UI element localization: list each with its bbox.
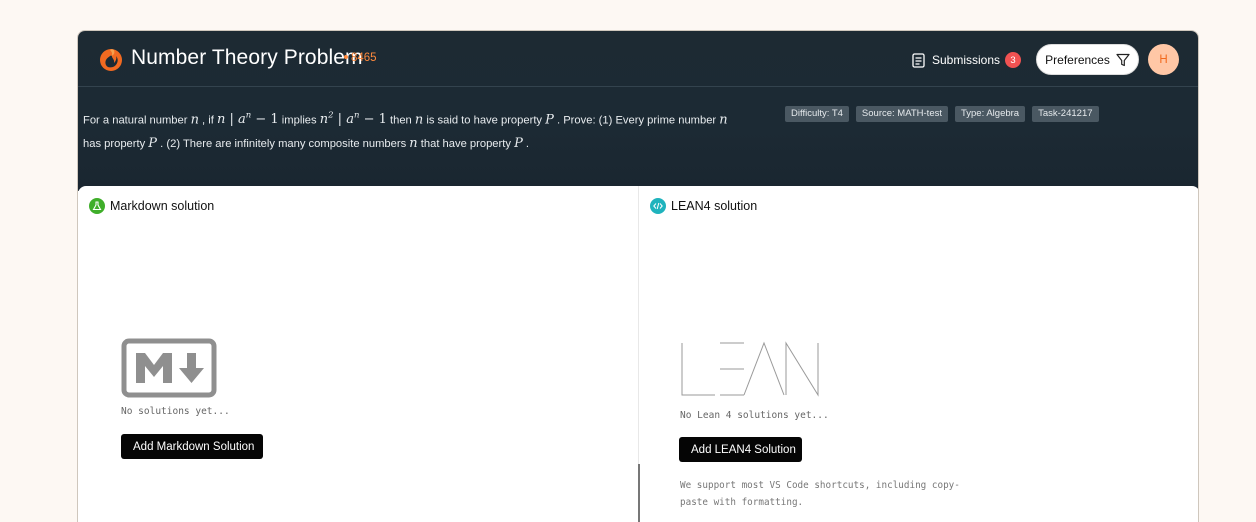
lean-panel: LEAN4 solution No Lean 4 solutions yet..… xyxy=(639,186,1198,522)
avatar[interactable]: H xyxy=(1148,44,1179,75)
submissions-button[interactable]: Submissions 3 xyxy=(912,50,1022,70)
markdown-logo-icon xyxy=(121,338,217,398)
math-var: n xyxy=(319,112,329,128)
statement-text: , if xyxy=(198,114,217,127)
math-var: a xyxy=(346,112,354,128)
add-lean4-solution-button[interactable]: Add LEAN4 Solution xyxy=(679,437,802,462)
lean-panel-title: LEAN4 solution xyxy=(671,199,758,213)
code-icon xyxy=(650,198,666,214)
statement-text: is said to have property xyxy=(423,114,546,127)
top-bar: Number Theory Problem 8465 Submissions 3… xyxy=(78,31,1198,87)
tag-type: Type: Algebra xyxy=(955,106,1026,122)
statement-text: implies xyxy=(278,114,320,127)
math-p: P xyxy=(514,136,523,152)
problem-card: Number Theory Problem 8465 Submissions 3… xyxy=(77,30,1199,522)
problem-id: 8465 xyxy=(344,52,377,64)
problem-statement: For a natural number n , if n | an − 1 i… xyxy=(83,104,773,156)
markdown-panel-header: Markdown solution xyxy=(89,198,214,214)
math-p: P xyxy=(545,112,554,128)
tag-list: Difficulty: T4 Source: MATH-test Type: A… xyxy=(785,106,1099,122)
lean-logo-icon xyxy=(681,341,819,397)
statement-text: . (2) There are infinitely many composit… xyxy=(157,138,410,151)
statement-text: For a natural number xyxy=(83,114,191,127)
statement-text: then xyxy=(386,114,415,127)
flame-logo-icon[interactable] xyxy=(98,46,124,72)
submissions-label: Submissions xyxy=(932,53,1001,67)
math-n: n xyxy=(719,112,728,128)
tag-task: Task-241217 xyxy=(1032,106,1099,122)
submissions-count-badge: 3 xyxy=(1005,52,1022,68)
resize-handle[interactable] xyxy=(638,464,640,522)
math-op: | xyxy=(333,112,347,128)
add-markdown-solution-button[interactable]: Add Markdown Solution xyxy=(121,434,263,459)
markdown-panel-title: Markdown solution xyxy=(110,199,215,213)
flask-icon xyxy=(89,198,105,214)
problem-id-value: 8465 xyxy=(351,52,377,64)
dot-icon xyxy=(344,54,348,59)
lean-panel-header: LEAN4 solution xyxy=(650,198,757,214)
statement-text: has property xyxy=(83,138,149,151)
tag-difficulty: Difficulty: T4 xyxy=(785,106,849,122)
math-implication: n2 | an − 1 xyxy=(319,111,387,128)
problem-header: Number Theory Problem 8465 Submissions 3… xyxy=(78,31,1198,191)
math-divisibility: n | an − 1 xyxy=(217,111,279,128)
lean-shortcut-note: We support most VS Code shortcuts, inclu… xyxy=(680,480,960,508)
lean-empty-text: No Lean 4 solutions yet... xyxy=(680,410,829,421)
preferences-label: Preferences xyxy=(1045,52,1110,67)
statement-text: that have property xyxy=(417,138,515,151)
math-var: a xyxy=(238,112,246,128)
page-title: Number Theory Problem xyxy=(131,46,363,69)
math-p: P xyxy=(148,136,158,152)
math-n: n xyxy=(414,112,424,128)
math-op: − 1 xyxy=(359,112,387,128)
filter-icon xyxy=(1116,53,1130,66)
math-op: − 1 xyxy=(251,112,279,128)
document-list-icon xyxy=(912,52,925,68)
math-n: n xyxy=(190,112,199,128)
math-n: n xyxy=(409,136,418,152)
statement-text: . xyxy=(522,138,530,151)
markdown-panel: Markdown solution No solutions yet... Ad… xyxy=(78,186,638,522)
markdown-empty-text: No solutions yet... xyxy=(121,406,230,417)
tag-source: Source: MATH-test xyxy=(855,106,948,122)
preferences-button[interactable]: Preferences xyxy=(1036,44,1139,75)
math-op: | xyxy=(225,112,239,128)
statement-text: . Prove: (1) Every prime number xyxy=(553,114,720,127)
